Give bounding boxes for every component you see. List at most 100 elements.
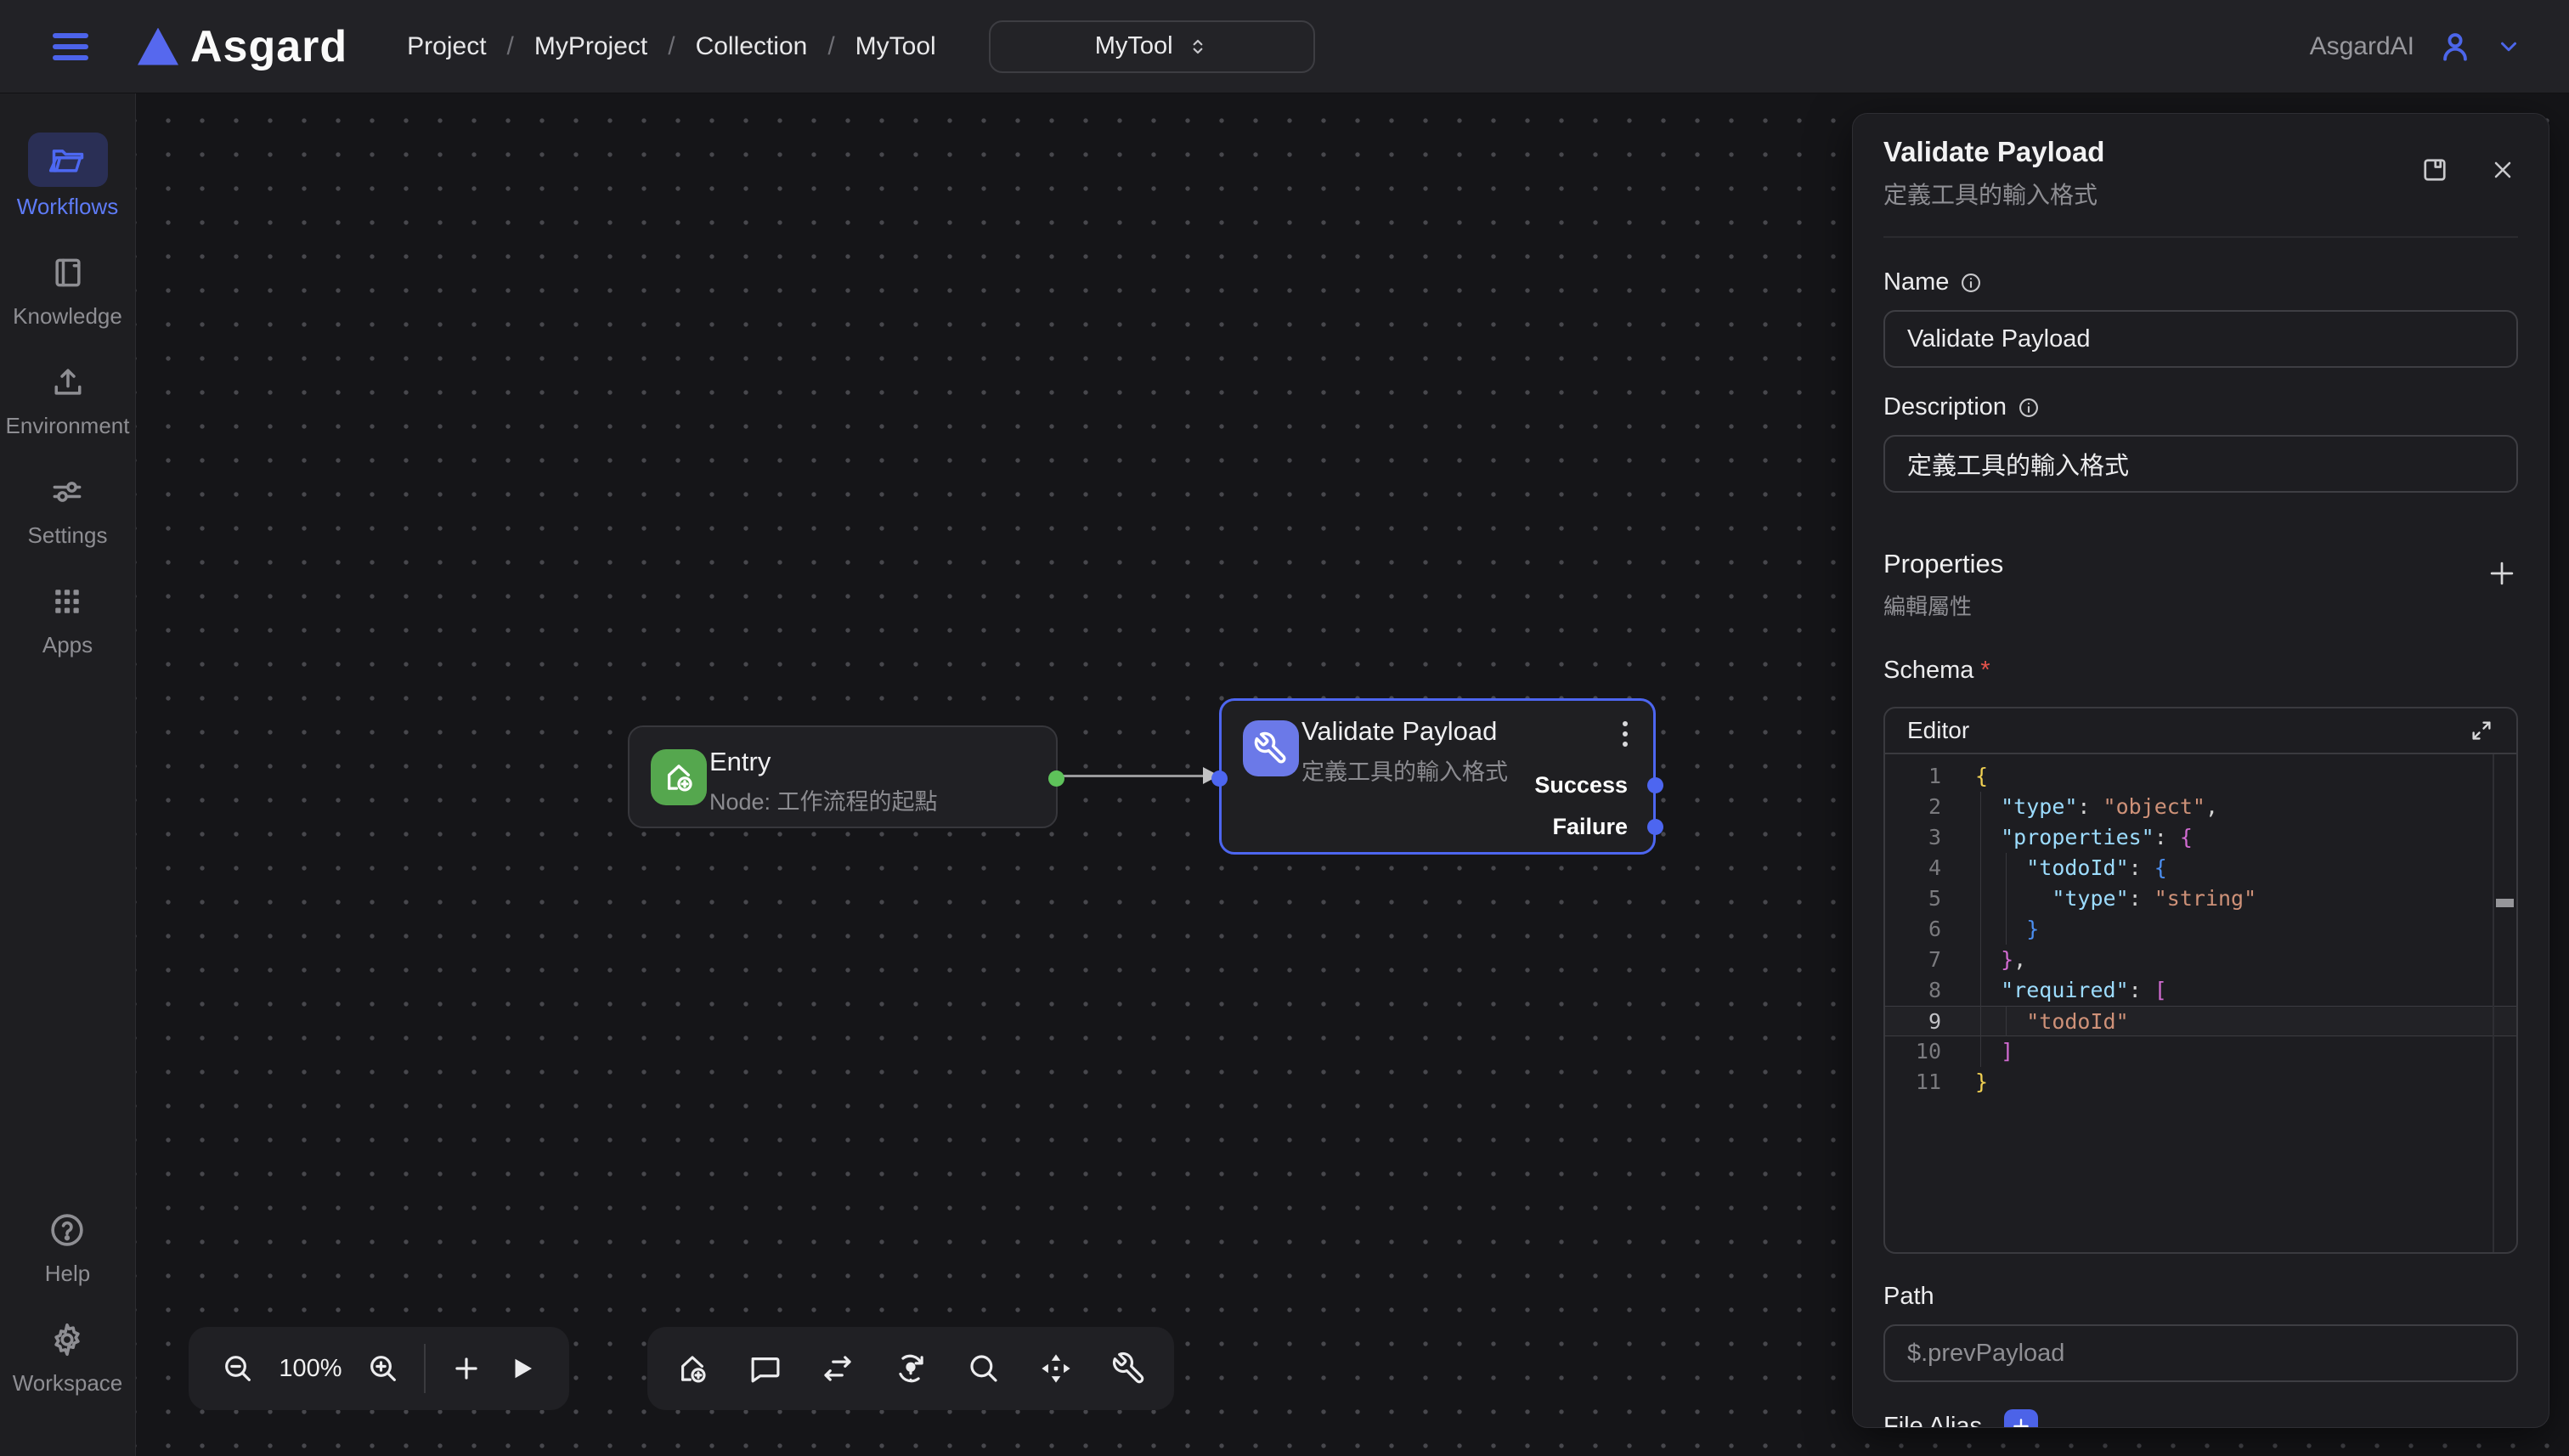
gear-icon xyxy=(48,1320,87,1359)
line-content: } xyxy=(1975,914,2039,945)
required-asterisk: * xyxy=(1980,657,1990,684)
breadcrumb: Project / MyProject / Collection / MyToo… xyxy=(407,32,936,61)
zoom-toolbar: 100% xyxy=(189,1327,569,1410)
name-input[interactable] xyxy=(1883,310,2518,368)
line-number: 11 xyxy=(1885,1067,1941,1098)
breadcrumb-project[interactable]: Project xyxy=(407,32,486,61)
indent-guide xyxy=(1980,792,1981,1067)
indent-guide xyxy=(2006,853,2007,945)
line-content: { xyxy=(1975,761,1988,792)
line-number: 9 xyxy=(1885,1007,1941,1036)
node-menu-kebab-icon[interactable] xyxy=(1619,718,1631,750)
sidebar-item-workspace[interactable]: Workspace xyxy=(13,1312,123,1397)
line-content: } xyxy=(1975,1067,1988,1098)
line-number: 2 xyxy=(1885,792,1941,822)
active-item-pill xyxy=(28,133,108,187)
save-icon[interactable] xyxy=(2419,155,2450,185)
sidebar-item-knowledge[interactable]: Knowledge xyxy=(13,245,122,330)
path-label: Path xyxy=(1883,1283,2518,1311)
comment-icon[interactable] xyxy=(748,1351,783,1386)
info-icon xyxy=(2017,396,2041,420)
editor-header: Editor xyxy=(1885,708,2516,754)
folder-open-icon xyxy=(49,141,87,178)
code-line[interactable]: 11} xyxy=(1885,1067,2516,1098)
sidebar-item-label: Workflows xyxy=(17,194,118,220)
entry-node-icon-box xyxy=(651,749,707,805)
line-content: }, xyxy=(1975,945,2026,975)
topbar-right: AsgardAI xyxy=(2310,28,2521,65)
sidebar-item-workflows[interactable]: Workflows xyxy=(17,133,118,220)
app-root: Asgard Project / MyProject / Collection … xyxy=(0,0,2569,1456)
file-alias-label: File Alias xyxy=(1883,1413,1982,1429)
sidebar-item-apps[interactable]: Apps xyxy=(42,574,93,658)
line-number: 3 xyxy=(1885,822,1941,853)
expand-icon[interactable] xyxy=(2469,718,2494,743)
breadcrumb-collection[interactable]: Collection xyxy=(696,32,808,61)
brand-logo-icon xyxy=(138,28,178,65)
zoom-level-label: 100% xyxy=(279,1355,342,1383)
unfold-chevrons-icon xyxy=(1187,36,1209,58)
code-line[interactable]: 1{ xyxy=(1885,761,2516,792)
fit-view-icon[interactable] xyxy=(1038,1351,1074,1386)
description-label: Description xyxy=(1883,393,2007,421)
line-number: 6 xyxy=(1885,914,1941,945)
add-entry-node-icon[interactable] xyxy=(675,1351,710,1386)
house-plus-icon xyxy=(661,759,697,795)
swap-arrows-icon[interactable] xyxy=(820,1351,855,1386)
tools-wrench-icon[interactable] xyxy=(1111,1351,1147,1386)
sidebar-item-environment[interactable]: Environment xyxy=(6,355,130,439)
add-file-alias-button[interactable] xyxy=(2004,1409,2038,1428)
sidebar-item-label: Workspace xyxy=(13,1370,123,1397)
search-icon[interactable] xyxy=(966,1351,1002,1386)
line-content: "todoId" xyxy=(1975,1007,2129,1036)
info-icon xyxy=(1959,271,1983,295)
menu-icon[interactable] xyxy=(53,33,88,60)
user-avatar-icon[interactable] xyxy=(2436,28,2474,65)
line-number: 8 xyxy=(1885,975,1941,1006)
add-node-icon[interactable] xyxy=(450,1352,483,1385)
breadcrumb-separator: / xyxy=(507,32,514,61)
close-icon[interactable] xyxy=(2489,156,2516,183)
editor-scrollbar-thumb[interactable] xyxy=(2496,899,2514,907)
validate-failure-port[interactable] xyxy=(1647,819,1663,835)
run-workflow-icon[interactable] xyxy=(506,1353,537,1384)
user-label: AsgardAI xyxy=(2310,32,2414,61)
entry-output-port[interactable] xyxy=(1048,770,1064,787)
toolbar-divider xyxy=(424,1344,426,1393)
sidebar-item-label: Settings xyxy=(28,522,108,549)
edge-entry-to-validate xyxy=(1059,775,1205,777)
zoom-out-icon[interactable] xyxy=(221,1352,255,1385)
line-number: 7 xyxy=(1885,945,1941,975)
validate-success-port[interactable] xyxy=(1647,777,1663,793)
grid-dots-icon xyxy=(48,583,86,620)
description-input[interactable] xyxy=(1883,435,2518,493)
book-icon xyxy=(49,254,87,291)
line-content: "type": "object", xyxy=(1975,792,2218,822)
node-validate-payload[interactable]: Validate Payload 定義工具的輸入格式 Success Failu… xyxy=(1219,698,1656,855)
validate-input-port[interactable] xyxy=(1211,770,1228,787)
sidebar-item-label: Apps xyxy=(42,632,93,658)
sidebar-item-help[interactable]: Help xyxy=(45,1203,90,1287)
add-property-icon[interactable] xyxy=(2486,557,2518,590)
rotate-locate-icon[interactable] xyxy=(893,1351,929,1386)
tool-selector-dropdown[interactable]: MyTool xyxy=(989,20,1315,73)
line-number: 4 xyxy=(1885,853,1941,883)
line-number: 1 xyxy=(1885,761,1941,792)
node-entry[interactable]: Entry Node: 工作流程的起點 xyxy=(628,725,1058,828)
zoom-in-icon[interactable] xyxy=(366,1352,400,1385)
sidebar-item-settings[interactable]: Settings xyxy=(28,465,108,549)
breadcrumb-myproject[interactable]: MyProject xyxy=(534,32,647,61)
line-number: 10 xyxy=(1885,1036,1941,1067)
output-label-failure: Failure xyxy=(1552,814,1628,840)
sliders-icon xyxy=(48,473,86,511)
schema-editor: Editor 1{2 "type": "object",3 "propertie… xyxy=(1883,707,2518,1254)
panel-header: Validate Payload 定義工具的輸入格式 xyxy=(1883,114,2518,238)
properties-block: Properties 編輯屬性 xyxy=(1883,549,2003,621)
breadcrumb-mytool[interactable]: MyTool xyxy=(855,32,936,61)
path-input[interactable] xyxy=(1883,1324,2518,1382)
node-config-panel: Validate Payload 定義工具的輸入格式 Name xyxy=(1852,113,2549,1428)
line-content: "type": "string" xyxy=(1975,883,2256,914)
chevron-down-icon[interactable] xyxy=(2496,34,2521,59)
validate-node-icon-box xyxy=(1243,720,1299,776)
code-editor-area[interactable]: 1{2 "type": "object",3 "properties": {4 … xyxy=(1885,754,2516,1252)
